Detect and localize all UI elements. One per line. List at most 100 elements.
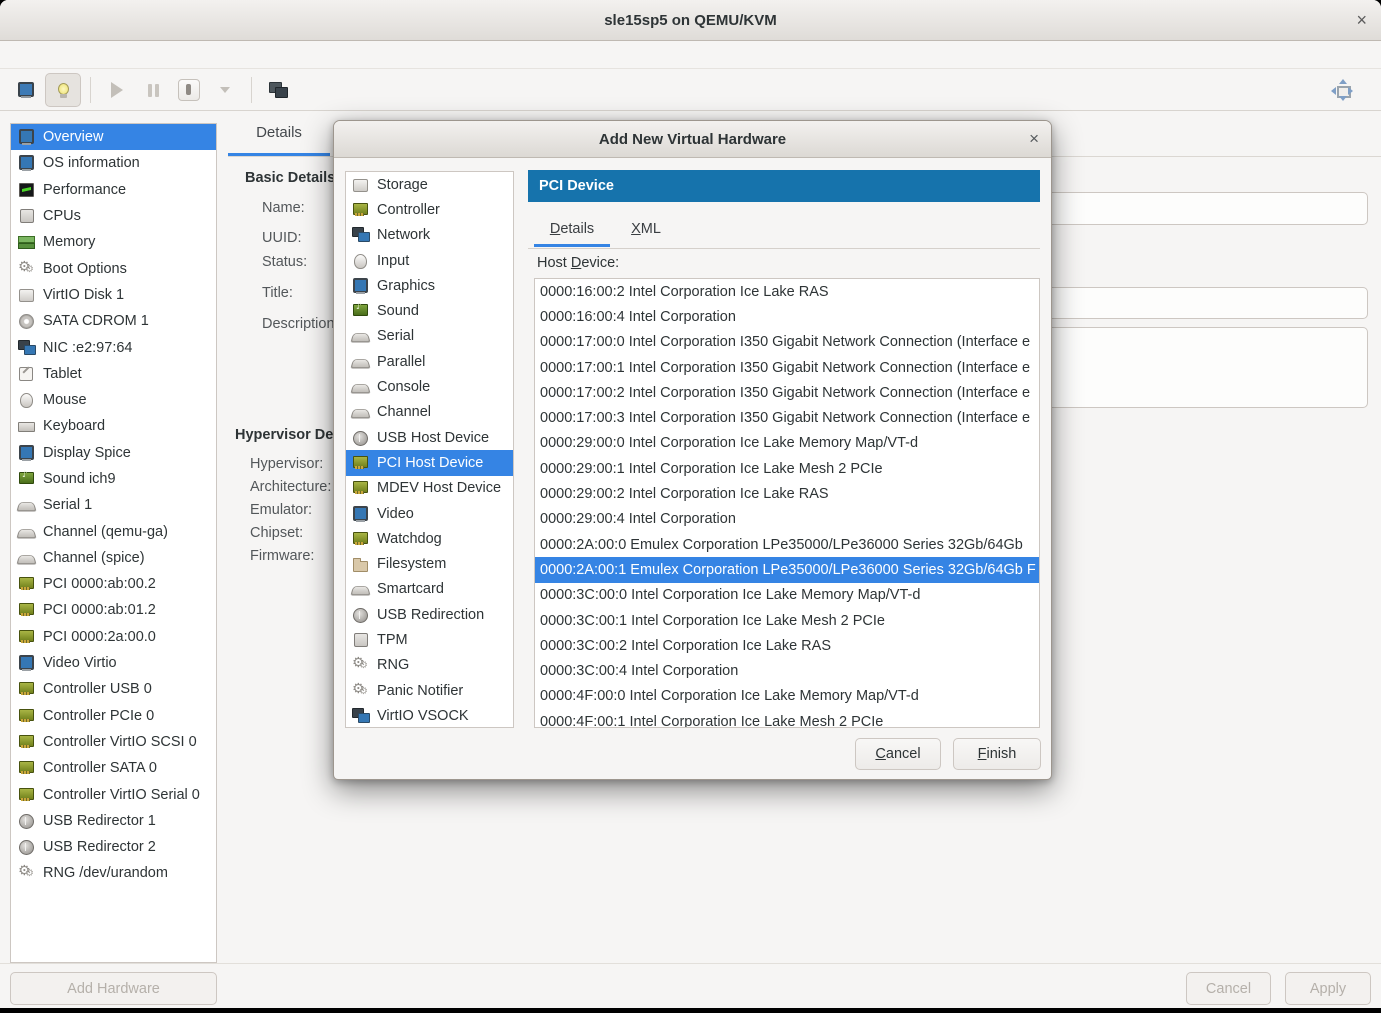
host-device-row[interactable]: 0000:4F:00:0 Intel Corporation Ice Lake …	[535, 684, 1039, 709]
host-device-row[interactable]: 0000:17:00:3 Intel Corporation I350 Giga…	[535, 405, 1039, 430]
sidebar-item[interactable]: Overview	[11, 124, 216, 150]
host-device-row[interactable]: 0000:2A:00:0 Emulex Corporation LPe35000…	[535, 532, 1039, 557]
sidebar-item[interactable]: Keyboard	[11, 413, 216, 439]
console-button[interactable]	[9, 74, 43, 106]
sidebar-item[interactable]: Controller PCIe 0	[11, 703, 216, 729]
hardware-icon	[18, 787, 35, 803]
hardware-type-item[interactable]: Video	[346, 501, 513, 526]
description-input[interactable]	[1040, 327, 1368, 408]
sidebar-item[interactable]: OS information	[11, 150, 216, 176]
fullscreen-button[interactable]	[1325, 74, 1359, 106]
host-device-row[interactable]: 0000:17:00:2 Intel Corporation I350 Giga…	[535, 380, 1039, 405]
sidebar-item[interactable]: Mouse	[11, 387, 216, 413]
sidebar-item[interactable]: VirtIO Disk 1	[11, 282, 216, 308]
host-device-row[interactable]: 0000:3C:00:1 Intel Corporation Ice Lake …	[535, 608, 1039, 633]
hardware-type-item[interactable]: Filesystem	[346, 551, 513, 576]
tab-details[interactable]: Details	[534, 214, 610, 247]
hardware-type-item[interactable]: USB Redirection	[346, 602, 513, 627]
host-device-row[interactable]: 0000:3C:00:2 Intel Corporation Ice Lake …	[535, 633, 1039, 658]
hardware-type-item[interactable]: Watchdog	[346, 526, 513, 551]
sidebar-item[interactable]: CPUs	[11, 203, 216, 229]
host-device-row[interactable]: 0000:2A:00:1 Emulex Corporation LPe35000…	[535, 557, 1039, 582]
apply-button[interactable]: Apply	[1285, 972, 1371, 1005]
host-device-row[interactable]: 0000:29:00:4 Intel Corporation	[535, 507, 1039, 532]
sidebar-item[interactable]: Channel (qemu-ga)	[11, 518, 216, 544]
sidebar-item[interactable]: Controller USB 0	[11, 676, 216, 702]
shutdown-menu-button[interactable]	[208, 74, 242, 106]
run-button[interactable]	[100, 74, 134, 106]
sidebar-item[interactable]: PCI 0000:2a:00.0	[11, 624, 216, 650]
hardware-type-item[interactable]: Channel	[346, 400, 513, 425]
sidebar-item[interactable]: Serial 1	[11, 492, 216, 518]
sidebar-item[interactable]: Controller SATA 0	[11, 755, 216, 781]
pause-button[interactable]	[136, 74, 170, 106]
dialog-finish-button[interactable]: Finish	[953, 738, 1041, 770]
hardware-type-item[interactable]: Smartcard	[346, 577, 513, 602]
window-close-icon[interactable]: ×	[1356, 0, 1367, 40]
sidebar-item[interactable]: Channel (spice)	[11, 545, 216, 571]
sidebar-item[interactable]: Memory	[11, 229, 216, 255]
hardware-type-item[interactable]: Storage	[346, 172, 513, 197]
menu-item[interactable]	[28, 52, 48, 58]
title-input[interactable]	[1040, 287, 1368, 319]
dialog-close-icon[interactable]: ×	[1029, 121, 1039, 157]
hardware-type-item[interactable]: Serial	[346, 324, 513, 349]
hardware-type-item[interactable]: USB Host Device	[346, 425, 513, 450]
host-device-row-label: 0000:3C:00:2 Intel Corporation Ice Lake …	[540, 638, 831, 654]
sidebar-item[interactable]: Performance	[11, 177, 216, 203]
sidebar-item[interactable]: Controller VirtIO SCSI 0	[11, 729, 216, 755]
hardware-type-item[interactable]: Sound	[346, 298, 513, 323]
hardware-type-item[interactable]: RNG	[346, 653, 513, 678]
cancel-button[interactable]: Cancel	[1186, 972, 1271, 1005]
add-hardware-button[interactable]: Add Hardware	[10, 972, 217, 1005]
snapshots-button[interactable]	[261, 74, 295, 106]
host-device-row[interactable]: 0000:16:00:4 Intel Corporation	[535, 304, 1039, 329]
basic-details-section: Basic Details Name: UUID: Status: Title:…	[228, 160, 338, 564]
hardware-type-item[interactable]: Graphics	[346, 273, 513, 298]
hardware-type-item[interactable]: TPM	[346, 627, 513, 652]
sidebar-item[interactable]: USB Redirector 2	[11, 834, 216, 860]
host-device-row[interactable]: 0000:17:00:1 Intel Corporation I350 Giga…	[535, 355, 1039, 380]
host-device-row[interactable]: 0000:3C:00:4 Intel Corporation	[535, 658, 1039, 683]
hardware-type-item[interactable]: Input	[346, 248, 513, 273]
dialog-cancel-button[interactable]: Cancel	[855, 738, 941, 770]
host-device-row[interactable]: 0000:17:00:0 Intel Corporation I350 Giga…	[535, 330, 1039, 355]
hardware-type-item[interactable]: Controller	[346, 197, 513, 222]
menu-item[interactable]	[68, 52, 88, 58]
details-button[interactable]	[45, 73, 81, 107]
host-device-row[interactable]: 0000:29:00:2 Intel Corporation Ice Lake …	[535, 481, 1039, 506]
host-device-row-label: 0000:3C:00:4 Intel Corporation	[540, 663, 738, 679]
hardware-type-item[interactable]: Parallel	[346, 349, 513, 374]
host-device-row[interactable]: 0000:16:00:2 Intel Corporation Ice Lake …	[535, 279, 1039, 304]
sidebar-item[interactable]: Video Virtio	[11, 650, 216, 676]
architecture-label: Architecture:	[250, 479, 338, 495]
sidebar-item[interactable]: SATA CDROM 1	[11, 308, 216, 334]
sidebar-item[interactable]: PCI 0000:ab:00.2	[11, 571, 216, 597]
sidebar-item[interactable]: RNG /dev/urandom	[11, 860, 216, 886]
sidebar-item[interactable]: Tablet	[11, 361, 216, 387]
sidebar-item[interactable]: PCI 0000:ab:01.2	[11, 597, 216, 623]
sidebar-item[interactable]: NIC :e2:97:64	[11, 334, 216, 360]
menu-item[interactable]	[48, 52, 68, 58]
name-input[interactable]	[1040, 192, 1368, 225]
menu-item[interactable]	[8, 52, 28, 58]
host-device-row[interactable]: 0000:29:00:0 Intel Corporation Ice Lake …	[535, 431, 1039, 456]
host-device-row[interactable]: 0000:3C:00:0 Intel Corporation Ice Lake …	[535, 583, 1039, 608]
hardware-type-item[interactable]: Panic Notifier	[346, 678, 513, 703]
sidebar-item[interactable]: USB Redirector 1	[11, 808, 216, 834]
shutdown-button[interactable]	[172, 74, 206, 106]
host-device-row[interactable]: 0000:4F:00:1 Intel Corporation Ice Lake …	[535, 709, 1039, 728]
hardware-type-label: PCI Host Device	[377, 455, 483, 471]
tab-details[interactable]: Details	[228, 112, 330, 153]
hardware-type-item[interactable]: Console	[346, 374, 513, 399]
hardware-type-item[interactable]: Network	[346, 223, 513, 248]
host-device-row[interactable]: 0000:29:00:1 Intel Corporation Ice Lake …	[535, 456, 1039, 481]
sidebar-item[interactable]: Boot Options	[11, 255, 216, 281]
hardware-type-item[interactable]: VirtIO VSOCK	[346, 703, 513, 728]
tab-xml[interactable]: XML	[624, 214, 668, 244]
sidebar-item[interactable]: Controller VirtIO Serial 0	[11, 781, 216, 807]
hardware-type-item[interactable]: PCI Host Device	[346, 450, 513, 475]
hardware-type-item[interactable]: MDEV Host Device	[346, 476, 513, 501]
sidebar-item[interactable]: Display Spice	[11, 440, 216, 466]
sidebar-item[interactable]: Sound ich9	[11, 466, 216, 492]
